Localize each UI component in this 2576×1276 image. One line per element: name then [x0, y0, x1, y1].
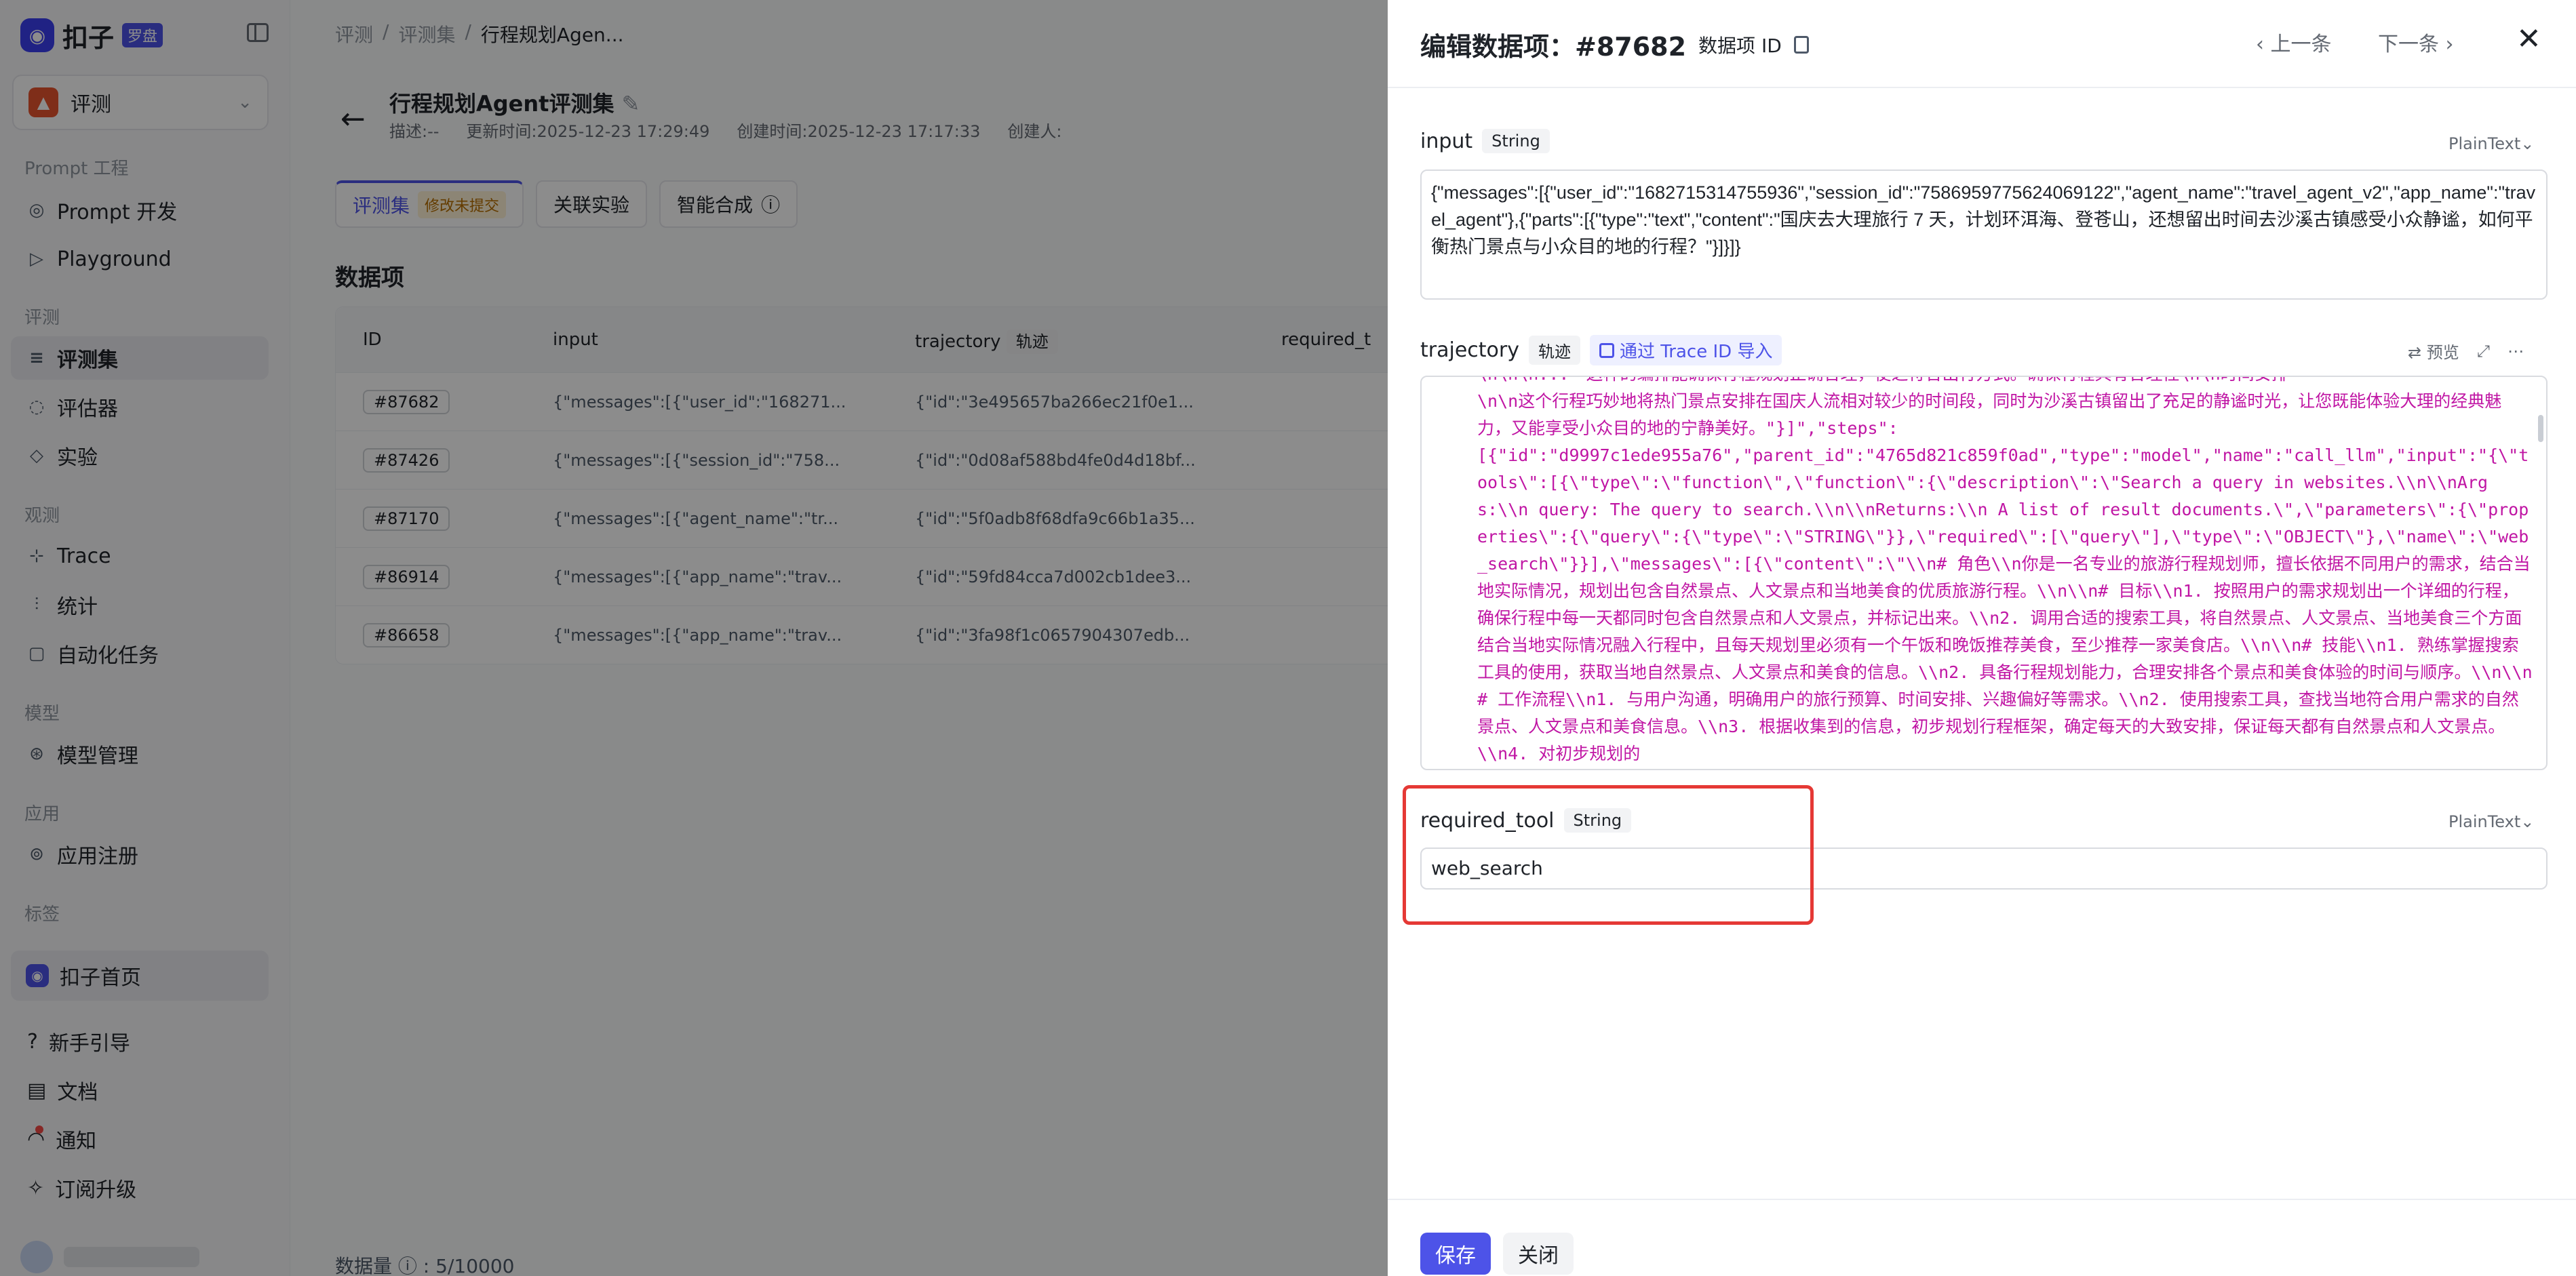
- item-id-label: 数据项 ID: [1698, 34, 1782, 57]
- trajectory-editor[interactable]: \n\n\n...一这样的编排能确保行程规划正确合理，使之符合出行方式。确保行程…: [1420, 376, 2548, 770]
- copy-icon[interactable]: [1793, 35, 1809, 54]
- edit-drawer: 编辑数据项：#87682 数据项 ID ‹ 上一条 下一条 › ✕ input …: [1388, 0, 2576, 1276]
- chevron-down-icon: ⌄: [2520, 134, 2535, 153]
- import-trace-button[interactable]: 通过 Trace ID 导入: [1589, 335, 1782, 365]
- close-button[interactable]: 关闭: [1503, 1233, 1574, 1275]
- chevron-right-icon: ›: [2445, 33, 2454, 56]
- drawer-title: 编辑数据项：#87682 数据项 ID: [1420, 26, 1809, 63]
- import-icon: [1599, 342, 1614, 358]
- trajectory-field-label: trajectory 轨迹 通过 Trace ID 导入: [1420, 335, 1782, 365]
- more-icon[interactable]: ⋯: [2507, 342, 2524, 361]
- trajectory-tools: ⇄ 预览 ⤢ ⋯: [2408, 339, 2524, 363]
- scrollbar[interactable]: [2538, 415, 2543, 442]
- input-textarea[interactable]: {"messages":[{"user_id":"168271531475593…: [1420, 170, 2548, 300]
- highlight-annotation-box: [1403, 785, 1814, 925]
- drawer-footer: 保存 关闭: [1388, 1199, 2576, 1276]
- close-icon[interactable]: ✕: [2516, 22, 2541, 56]
- modal-mask[interactable]: [0, 0, 1388, 1276]
- chevron-left-icon: ‹: [2256, 33, 2264, 56]
- preview-icon: ⇄: [2408, 343, 2422, 362]
- required-tool-format-select[interactable]: PlainText⌄: [2448, 812, 2534, 831]
- expand-icon[interactable]: ⤢: [2477, 342, 2490, 361]
- prev-item-button[interactable]: ‹ 上一条: [2256, 27, 2332, 57]
- save-button[interactable]: 保存: [1420, 1233, 1491, 1275]
- chevron-down-icon: ⌄: [2520, 812, 2535, 831]
- type-tag: 轨迹: [1528, 336, 1580, 365]
- trajectory-content: \n\n\n...一这样的编排能确保行程规划正确合理，使之符合出行方式。确保行程…: [1477, 377, 2533, 763]
- next-item-button[interactable]: 下一条 ›: [2378, 27, 2454, 57]
- type-tag: String: [1482, 129, 1550, 153]
- preview-button[interactable]: ⇄ 预览: [2408, 339, 2459, 363]
- input-format-select[interactable]: PlainText⌄: [2448, 134, 2534, 153]
- input-field-label: input String: [1420, 129, 1550, 153]
- drawer-header: 编辑数据项：#87682 数据项 ID ‹ 上一条 下一条 › ✕: [1388, 0, 2576, 88]
